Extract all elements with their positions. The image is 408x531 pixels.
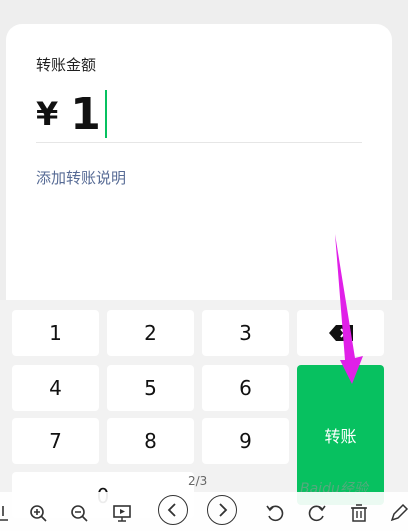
image-viewer-toolbar <box>0 492 408 531</box>
add-transfer-note-link[interactable]: 添加转账说明 <box>36 167 126 188</box>
previous-icon[interactable] <box>158 495 188 525</box>
zoom-in-icon[interactable] <box>27 502 49 524</box>
transfer-card: 转账金额 ¥ 1 添加转账说明 <box>6 24 392 324</box>
key-3[interactable]: 3 <box>202 310 289 356</box>
key-9[interactable]: 9 <box>202 418 289 464</box>
key-6[interactable]: 6 <box>202 365 289 411</box>
edit-icon[interactable] <box>388 502 408 524</box>
currency-symbol: ¥ <box>36 95 59 133</box>
key-4[interactable]: 4 <box>12 365 99 411</box>
key-1[interactable]: 1 <box>12 310 99 356</box>
key-2[interactable]: 2 <box>107 310 194 356</box>
slideshow-icon[interactable] <box>111 502 133 524</box>
key-7[interactable]: 7 <box>12 418 99 464</box>
amount-label: 转账金额 <box>36 56 97 74</box>
page-indicator: 2/3 <box>188 474 208 488</box>
rotate-right-icon[interactable] <box>306 502 328 524</box>
divider <box>36 142 362 143</box>
amount-input[interactable]: ¥ 1 <box>36 88 107 140</box>
download-icon[interactable] <box>0 502 16 524</box>
key-5[interactable]: 5 <box>107 365 194 411</box>
zoom-out-icon[interactable] <box>68 502 90 524</box>
key-8[interactable]: 8 <box>107 418 194 464</box>
next-icon[interactable] <box>207 495 237 525</box>
backspace-key[interactable] <box>297 310 384 356</box>
rotate-left-icon[interactable] <box>264 502 286 524</box>
backspace-icon <box>328 325 353 341</box>
amount-value: 1 <box>70 88 101 140</box>
text-cursor <box>104 90 107 138</box>
trash-icon[interactable] <box>348 502 370 524</box>
